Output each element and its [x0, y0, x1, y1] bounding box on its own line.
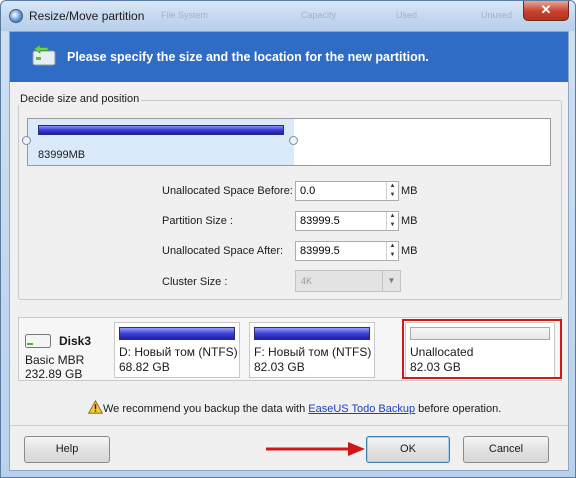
disk-info: Disk3 Basic MBR 232.89 GB — [23, 322, 109, 381]
spin-buttons[interactable]: ▲ ▼ — [386, 242, 398, 260]
close-icon: ✕ — [540, 2, 552, 17]
backup-recommendation: We recommend you backup the data with Ea… — [103, 403, 501, 415]
disk-size: 232.89 GB — [25, 367, 83, 381]
background-column-header: Used — [396, 10, 418, 20]
help-button[interactable]: Help — [24, 436, 110, 463]
partition-name: D: Новый том (NTFS) — [119, 345, 238, 359]
unallocated-after-label: Unallocated Space After: — [162, 245, 284, 257]
annotation-highlight-box — [402, 319, 562, 379]
window-title: Resize/Move partition — [29, 9, 145, 23]
group-label: Decide size and position — [18, 93, 142, 105]
cluster-size-select: 4K ▼ — [295, 270, 401, 292]
resize-move-dialog: Resize/Move partition File System Capaci… — [0, 0, 576, 478]
annotation-arrow-icon — [266, 442, 365, 456]
partition-name: F: Новый том (NTFS) — [254, 345, 372, 359]
cancel-button[interactable]: Cancel — [463, 436, 549, 463]
partition-block[interactable]: 83999MB — [28, 119, 294, 165]
unallocated-after-stepper[interactable]: ▲ ▼ — [295, 241, 399, 261]
partition-size: 82.03 GB — [254, 360, 305, 374]
unallocated-before-input[interactable] — [296, 182, 386, 200]
hard-disk-icon — [25, 334, 51, 348]
warning-suffix: before operation. — [415, 403, 502, 415]
background-column-header: Capacity — [301, 10, 337, 20]
spin-up-icon[interactable]: ▲ — [387, 242, 398, 251]
ok-button[interactable]: OK — [366, 436, 450, 463]
cluster-size-label: Cluster Size : — [162, 276, 228, 288]
spin-up-icon[interactable]: ▲ — [387, 212, 398, 221]
cluster-size-value: 4K — [301, 276, 313, 286]
partition-size: 68.82 GB — [119, 360, 170, 374]
partition-fill-bar — [38, 125, 284, 135]
dialog-body: Please specify the size and the location… — [9, 31, 569, 471]
footer-divider — [10, 425, 568, 426]
spin-down-icon[interactable]: ▼ — [387, 191, 398, 200]
title-bar[interactable]: Resize/Move partition File System Capaci… — [1, 1, 575, 31]
partition-card-f[interactable]: F: Новый том (NTFS) 82.03 GB — [249, 322, 375, 378]
banner-text: Please specify the size and the location… — [67, 50, 429, 64]
warning-icon — [88, 400, 103, 414]
partition-usage-bar — [254, 327, 370, 340]
background-column-header: File System — [161, 10, 209, 20]
unallocated-before-stepper[interactable]: ▲ ▼ — [295, 181, 399, 201]
app-icon — [9, 9, 23, 23]
instruction-banner: Please specify the size and the location… — [10, 32, 568, 82]
warning-prefix: We recommend you backup the data with — [103, 403, 309, 415]
partition-size-label: 83999MB — [38, 149, 86, 161]
background-column-header: Unused — [481, 10, 513, 20]
chevron-down-icon: ▼ — [382, 271, 400, 291]
unit-label: MB — [401, 215, 418, 227]
partition-resize-icon — [32, 44, 56, 66]
close-button[interactable]: ✕ — [523, 1, 569, 21]
unit-label: MB — [401, 185, 418, 197]
unallocated-before-label: Unallocated Space Before: — [162, 185, 293, 197]
unallocated-after-input[interactable] — [296, 242, 386, 260]
unit-label: MB — [401, 245, 418, 257]
spin-down-icon[interactable]: ▼ — [387, 251, 398, 260]
spin-buttons[interactable]: ▲ ▼ — [386, 182, 398, 200]
right-resize-handle[interactable] — [289, 136, 298, 145]
spin-down-icon[interactable]: ▼ — [387, 221, 398, 230]
spin-up-icon[interactable]: ▲ — [387, 182, 398, 191]
partition-card-d[interactable]: D: Новый том (NTFS) 68.82 GB — [114, 322, 240, 378]
partition-usage-bar — [119, 327, 235, 340]
disk-type: Basic MBR — [25, 353, 85, 367]
partition-size-field-label: Partition Size : — [162, 215, 233, 227]
spin-buttons[interactable]: ▲ ▼ — [386, 212, 398, 230]
left-resize-handle[interactable] — [22, 136, 31, 145]
partition-size-input[interactable] — [296, 212, 386, 230]
disk-name: Disk3 — [59, 334, 92, 348]
easeus-todo-backup-link[interactable]: EaseUS Todo Backup — [308, 403, 415, 415]
partition-size-stepper[interactable]: ▲ ▼ — [295, 211, 399, 231]
